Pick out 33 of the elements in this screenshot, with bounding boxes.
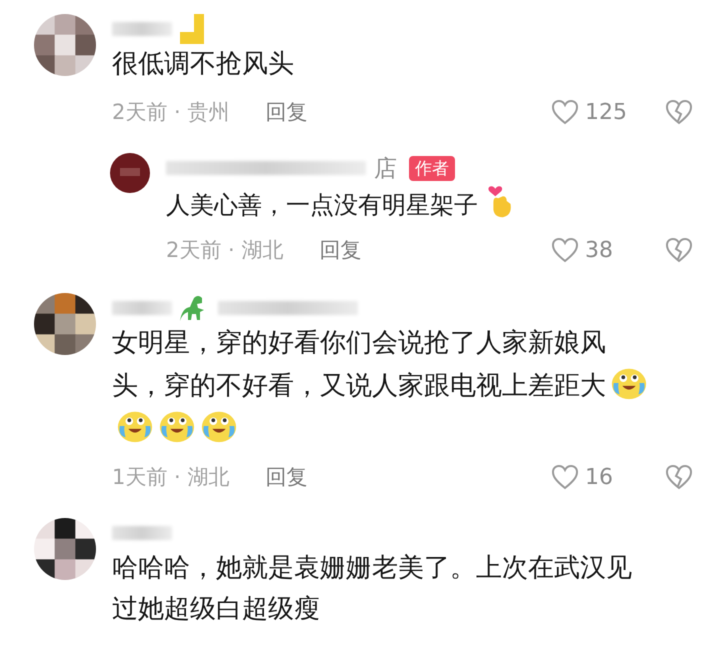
username[interactable]: 店 <box>374 152 397 184</box>
dislike-icon <box>665 99 693 125</box>
reply-button[interactable]: 回复 <box>265 98 308 126</box>
comment-text: 很低调不抢风头 <box>112 49 294 79</box>
time-location: 2天前 · 湖北 <box>166 237 284 264</box>
like-icon[interactable] <box>551 464 579 490</box>
comment-text: 人美心善，一点没有明星架子 <box>166 191 478 219</box>
blurred-username <box>112 526 172 540</box>
dislike-icon <box>665 237 693 263</box>
time-location: 2天前 · 贵州 <box>112 99 230 126</box>
avatar[interactable] <box>34 14 96 76</box>
like-count: 16 <box>585 464 614 490</box>
avatar[interactable] <box>34 293 96 355</box>
dislike-button[interactable] <box>665 464 693 490</box>
dislike-icon <box>665 464 693 490</box>
author-badge: 作者 <box>409 156 455 180</box>
comment-text: 哈哈哈，她就是袁姗姗老美了。上次在武汉见 <box>112 553 632 583</box>
reply-button[interactable]: 回复 <box>319 236 362 264</box>
avatar[interactable] <box>34 518 96 580</box>
like-icon[interactable] <box>551 237 579 263</box>
like-count: 125 <box>585 100 628 124</box>
time-location: 1天前 · 湖北 <box>112 464 230 491</box>
blurred-username <box>112 301 172 315</box>
reply-button[interactable]: 回复 <box>265 463 308 491</box>
avatar[interactable] <box>110 153 150 193</box>
dislike-button[interactable] <box>665 237 693 263</box>
comment-text: 女明星，穿的好看你们会说抢了人家新娘风 <box>112 328 606 358</box>
like-icon[interactable] <box>551 99 579 125</box>
comment-text: 过她超级白超级瘦 <box>112 594 320 624</box>
comment-text: 头，穿的不好看，又说人家跟电视上差距大 <box>112 371 606 401</box>
like-count: 38 <box>585 238 614 262</box>
dislike-button[interactable] <box>665 99 693 125</box>
blurred-username <box>112 22 172 36</box>
